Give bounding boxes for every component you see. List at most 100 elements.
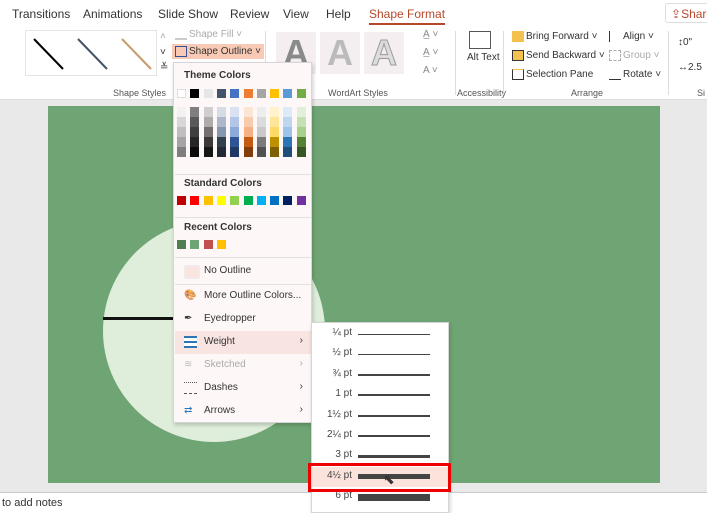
theme-shade-swatch[interactable] [190, 147, 200, 157]
recent-color-swatch[interactable] [177, 240, 186, 249]
theme-shade-swatch[interactable] [296, 137, 306, 147]
recent-color-swatch[interactable] [203, 240, 213, 249]
theme-shade-swatch[interactable] [256, 117, 266, 127]
standard-color-swatch[interactable] [270, 196, 280, 205]
tab-slide-show[interactable]: Slide Show [158, 7, 218, 21]
more-outline-colors-item[interactable]: 🎨 More Outline Colors... [175, 285, 311, 308]
theme-shade-swatch[interactable] [190, 107, 200, 117]
theme-shade-swatch[interactable] [270, 107, 280, 117]
theme-shade-swatch[interactable] [216, 137, 226, 147]
weight-item[interactable]: Weight › [175, 331, 311, 354]
theme-shade-swatch[interactable] [216, 117, 226, 127]
theme-shade-swatch[interactable] [190, 127, 200, 137]
arrows-item[interactable]: ⇄ Arrows › [175, 400, 311, 423]
theme-shade-swatch[interactable] [203, 107, 213, 117]
bring-forward-button[interactable]: Bring Forward ˅ [512, 31, 597, 42]
theme-color-swatch[interactable] [216, 89, 226, 98]
dashes-item[interactable]: Dashes › [175, 377, 311, 400]
tab-view[interactable]: View [283, 7, 309, 21]
theme-shade-swatch[interactable] [177, 147, 186, 157]
theme-shade-swatch[interactable] [230, 147, 240, 157]
group-button[interactable]: Group ˅ [609, 50, 659, 61]
shape-style-gallery[interactable] [25, 30, 157, 76]
theme-shade-swatch[interactable] [203, 137, 213, 147]
theme-shade-swatch[interactable] [203, 127, 213, 137]
theme-shade-swatch[interactable] [216, 127, 226, 137]
standard-color-swatch[interactable] [177, 196, 186, 205]
theme-color-swatch[interactable] [243, 89, 253, 98]
theme-shade-swatch[interactable] [296, 117, 306, 127]
height-field[interactable]: ↕0" [678, 37, 692, 48]
eyedropper-item[interactable]: ✒ Eyedropper [175, 308, 311, 331]
alt-text-button[interactable]: Alt Text [467, 31, 500, 63]
theme-shade-swatch[interactable] [256, 127, 266, 137]
theme-shade-swatch[interactable] [256, 137, 266, 147]
theme-shade-swatch[interactable] [243, 147, 253, 157]
text-fill-button[interactable]: A̲ ˅ [423, 29, 438, 40]
tab-animations[interactable]: Animations [83, 7, 142, 21]
theme-color-swatch[interactable] [190, 89, 200, 98]
theme-shade-swatch[interactable] [243, 137, 253, 147]
standard-color-swatch[interactable] [256, 196, 266, 205]
theme-color-swatch[interactable] [230, 89, 240, 98]
theme-shade-swatch[interactable] [190, 117, 200, 127]
theme-color-swatch[interactable] [283, 89, 293, 98]
theme-shade-swatch[interactable] [230, 117, 240, 127]
theme-shade-swatch[interactable] [216, 147, 226, 157]
theme-shade-swatch[interactable] [296, 127, 306, 137]
theme-color-swatch[interactable] [256, 89, 266, 98]
tab-shape-format[interactable]: Shape Format [369, 7, 446, 25]
theme-shade-swatch[interactable] [203, 147, 213, 157]
theme-shade-swatch[interactable] [190, 137, 200, 147]
tab-help[interactable]: Help [326, 7, 351, 21]
theme-shade-swatch[interactable] [216, 107, 226, 117]
theme-shade-swatch[interactable] [243, 117, 253, 127]
weight-option[interactable]: ¼ pt [312, 324, 448, 344]
theme-shade-swatch[interactable] [283, 117, 293, 127]
theme-shade-swatch[interactable] [243, 107, 253, 117]
theme-color-swatch[interactable] [177, 89, 186, 98]
theme-shade-swatch[interactable] [283, 147, 293, 157]
theme-shade-swatch[interactable] [270, 127, 280, 137]
theme-shade-swatch[interactable] [230, 137, 240, 147]
theme-shade-swatch[interactable] [203, 117, 213, 127]
theme-shade-swatch[interactable] [283, 137, 293, 147]
theme-color-swatch[interactable] [296, 89, 306, 98]
send-backward-button[interactable]: Send Backward ˅ [512, 50, 605, 61]
standard-color-swatch[interactable] [283, 196, 293, 205]
shape-outline-button[interactable]: Shape Outline ˅ [172, 44, 265, 60]
text-effects-button[interactable]: A ˅ [423, 65, 438, 76]
weight-option[interactable]: 1½ pt [312, 406, 448, 426]
standard-color-swatch[interactable] [216, 196, 226, 205]
theme-shade-swatch[interactable] [177, 127, 186, 137]
tab-review[interactable]: Review [230, 7, 269, 21]
text-outline-button[interactable]: A̲ ˅ [423, 47, 438, 58]
selected-line-shape[interactable] [103, 317, 178, 320]
theme-shade-swatch[interactable] [283, 127, 293, 137]
theme-shade-swatch[interactable] [296, 147, 306, 157]
theme-shade-swatch[interactable] [177, 107, 186, 117]
theme-shade-swatch[interactable] [177, 117, 186, 127]
standard-color-swatch[interactable] [243, 196, 253, 205]
theme-color-swatch[interactable] [270, 89, 280, 98]
theme-shade-swatch[interactable] [270, 137, 280, 147]
rotate-button[interactable]: Rotate ˅ [609, 69, 661, 80]
standard-color-swatch[interactable] [230, 196, 240, 205]
theme-color-swatch[interactable] [203, 89, 213, 98]
weight-option[interactable]: ½ pt [312, 344, 448, 364]
tab-transitions[interactable]: Transitions [12, 7, 70, 21]
gallery-scroll-down[interactable]: ˅ [160, 47, 166, 58]
share-button[interactable]: ⇪Share [665, 3, 707, 23]
gallery-scroll-up[interactable]: ˄ [160, 31, 166, 42]
weight-option[interactable]: 1 pt [312, 385, 448, 405]
theme-shade-swatch[interactable] [283, 107, 293, 117]
recent-color-swatch[interactable] [190, 240, 200, 249]
shape-fill-button[interactable]: Shape Fill ˅ [175, 29, 242, 40]
theme-shade-swatch[interactable] [256, 107, 266, 117]
selection-pane-button[interactable]: Selection Pane [512, 69, 593, 80]
recent-color-swatch[interactable] [216, 240, 226, 249]
theme-shade-swatch[interactable] [230, 127, 240, 137]
standard-color-swatch[interactable] [203, 196, 213, 205]
width-field[interactable]: ↔2.5 [678, 62, 702, 73]
no-outline-item[interactable]: No Outline [175, 260, 311, 283]
